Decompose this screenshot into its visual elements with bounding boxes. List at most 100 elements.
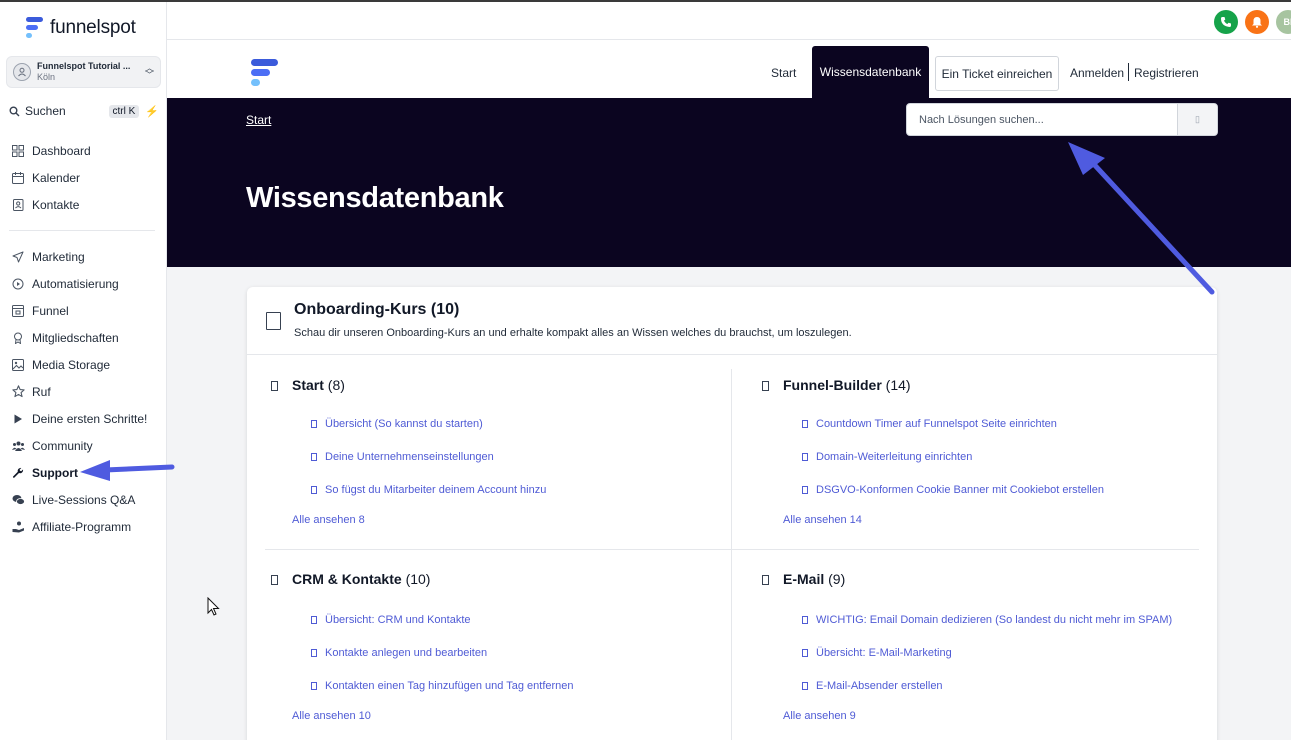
knowledgebase-nav: Start Wissensdatenbank Ein Ticket einrei… [167,40,1291,98]
category-folder-icon [266,312,281,330]
view-all-link[interactable]: Alle ansehen 14 [783,514,862,526]
sidebar-item-label: Mitgliedschaften [32,330,119,345]
article-title: Übersicht: E-Mail-Marketing [816,647,952,659]
article-icon [802,649,808,657]
lightning-icon[interactable]: ⚡ [145,105,159,118]
article-link[interactable]: Countdown Timer auf Funnelspot Seite ein… [802,418,1057,430]
article-title: E-Mail-Absender erstellen [816,680,943,692]
article-link[interactable]: Domain-Weiterleitung einrichten [802,451,972,463]
play-icon [11,412,25,426]
folder-icon [762,381,769,391]
brand-logo[interactable]: funnelspot [24,16,136,40]
solution-search-input[interactable] [907,104,1177,135]
kb-nav-wissensdatenbank[interactable]: Wissensdatenbank [812,46,929,98]
community-icon [11,439,25,453]
article-title: Countdown Timer auf Funnelspot Seite ein… [816,418,1057,430]
article-link[interactable]: Kontakte anlegen und bearbeiten [311,647,487,659]
category-title[interactable]: Onboarding-Kurs (10) [294,301,459,319]
register-link[interactable]: Registrieren [1134,66,1199,80]
wrench-icon [11,466,25,480]
sidebar-item-ruf[interactable]: Ruf [0,378,167,405]
sidebar-item-affiliate[interactable]: Affiliate-Programm [0,513,167,540]
sidebar-item-label: Kalender [32,170,81,185]
search-submit-button[interactable]: ▯ [1177,104,1217,135]
article-icon [802,453,808,461]
chat-icon [11,493,25,507]
sidebar-item-label: Support [32,465,78,480]
sidebar-item-label: Affiliate-Programm [32,519,132,534]
send-icon [11,250,25,264]
sidebar-divider [9,230,155,231]
hand-coin-icon [11,520,25,534]
sidebar-item-erste-schritte[interactable]: Deine ersten Schritte! [0,405,167,432]
article-link[interactable]: DSGVO-Konformen Cookie Banner mit Cookie… [802,484,1104,496]
brand-name: funnelspot [50,17,136,38]
section-title-text: Start [292,377,324,393]
bell-icon[interactable] [1245,10,1269,34]
calendar-icon [11,171,25,185]
account-avatar-icon [13,63,31,81]
star-icon [11,385,25,399]
view-all-link[interactable]: Alle ansehen 10 [292,710,371,722]
section-title[interactable]: Start (8) [265,377,705,395]
section-title[interactable]: E-Mail (9) [756,571,1196,589]
view-all-link[interactable]: Alle ansehen 9 [783,710,856,722]
section-start: Start (8) Übersicht (So kannst du starte… [265,377,705,537]
mouse-cursor-icon [207,597,220,616]
image-icon [11,358,25,372]
article-link[interactable]: So fügst du Mitarbeiter deinem Account h… [311,484,546,496]
sidebar-item-automatisierung[interactable]: Automatisierung [0,270,167,297]
solution-search: ▯ [906,103,1218,136]
contacts-icon [11,198,25,212]
breadcrumb-start[interactable]: Start [246,113,271,127]
article-link[interactable]: Deine Unternehmenseinstellungen [311,451,494,463]
folder-icon [271,575,278,585]
article-title: Kontakten einen Tag hinzufügen und Tag e… [325,680,574,692]
section-count: (10) [405,571,431,587]
sidebar-item-media-storage[interactable]: Media Storage [0,351,167,378]
section-title[interactable]: Funnel-Builder (14) [756,377,1196,395]
kb-nav-start[interactable]: Start [771,66,796,80]
sidebar-item-dashboard[interactable]: Dashboard [0,137,167,164]
kb-logo-icon[interactable] [249,58,279,93]
article-title: DSGVO-Konformen Cookie Banner mit Cookie… [816,484,1104,496]
search-icon [9,106,20,116]
chevron-updown-icon: ︿ ﹀ [144,63,154,80]
sidebar-item-community[interactable]: Community [0,432,167,459]
sidebar-item-label: Live-Sessions Q&A [32,492,136,507]
view-all-link[interactable]: Alle ansehen 8 [292,514,365,526]
hero-banner: Start Wissensdatenbank ▯ [167,98,1291,267]
section-title-text: Funnel-Builder [783,377,882,393]
phone-icon[interactable] [1214,10,1238,34]
account-switcher[interactable]: Funnelspot Tutorial ... Köln ︿ ﹀ [6,56,161,88]
sidebar-item-mitgliedschaften[interactable]: Mitgliedschaften [0,324,167,351]
sidebar-item-label: Ruf [32,384,51,399]
sidebar-item-label: Automatisierung [32,276,119,291]
article-link[interactable]: E-Mail-Absender erstellen [802,680,943,692]
section-title[interactable]: CRM & Kontakte (10) [265,571,705,589]
sidebar-item-support[interactable]: Support [0,459,167,486]
row-divider [265,549,1199,550]
sidebar-item-kontakte[interactable]: Kontakte [0,191,167,218]
article-link[interactable]: Übersicht (So kannst du starten) [311,418,483,430]
sidebar-item-live-sessions[interactable]: Live-Sessions Q&A [0,486,167,513]
article-icon [311,453,317,461]
category-subtitle: Schau dir unseren Onboarding-Kurs an und… [294,327,852,339]
article-link[interactable]: Übersicht: CRM und Kontakte [311,614,471,626]
article-link[interactable]: Kontakten einen Tag hinzufügen und Tag e… [311,680,574,692]
sidebar-item-kalender[interactable]: Kalender [0,164,167,191]
submit-ticket-button[interactable]: Ein Ticket einreichen [935,56,1059,91]
account-city: Köln [37,72,56,82]
article-title: Kontakte anlegen und bearbeiten [325,647,488,659]
article-link[interactable]: Übersicht: E-Mail-Marketing [802,647,952,659]
sidebar-search[interactable]: Suchen ctrl K ⚡ [6,100,161,122]
funnelspot-logo-icon [26,17,43,38]
sidebar-item-label: Funnel [32,303,69,318]
login-link[interactable]: Anmelden [1070,66,1124,80]
user-avatar[interactable]: BI [1276,10,1291,34]
sidebar-item-funnel[interactable]: Funnel [0,297,167,324]
article-link[interactable]: WICHTIG: Email Domain dedizieren (So lan… [802,614,1172,626]
automation-icon [11,277,25,291]
section-crm-kontakte: CRM & Kontakte (10) Übersicht: CRM und K… [265,571,705,731]
sidebar-item-marketing[interactable]: Marketing [0,243,167,270]
